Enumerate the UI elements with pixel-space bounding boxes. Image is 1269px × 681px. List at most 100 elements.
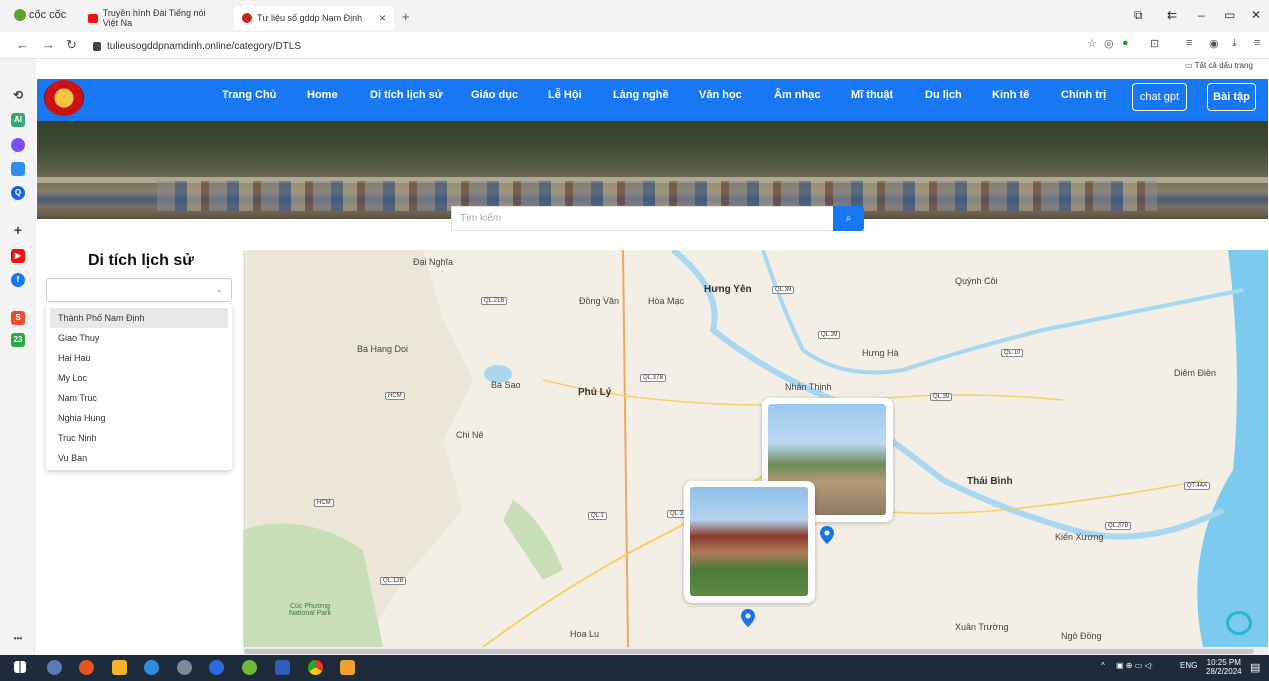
clock[interactable]: 10:25 PM 28/2/2024 [1206, 658, 1242, 676]
tray-icons[interactable]: ▣ ⊕ ▭ ◁ᐧ [1116, 661, 1153, 670]
maximize-icon[interactable]: ▭ [1224, 8, 1235, 22]
map-place-label: Ba Sao [491, 380, 521, 390]
tab-title: Truyền hình Đài Tiếng nói Việt Na [102, 8, 206, 28]
nav-giao-duc[interactable]: Giáo dục [471, 89, 518, 101]
new-tab-button[interactable]: + [402, 9, 410, 24]
road-shield: QL.1 [588, 512, 608, 520]
coccoc-icon [14, 9, 26, 21]
road-shield: QL.39 [772, 286, 795, 294]
browser-menu-icon[interactable]: ≡ [1254, 37, 1260, 49]
extension-icon[interactable]: ● [1122, 37, 1129, 49]
scrollbar-thumb[interactable] [244, 649, 1254, 654]
more-icon[interactable]: ••• [11, 632, 25, 646]
nav-le-hoi[interactable]: Lễ Hội [548, 89, 582, 101]
star-icon[interactable]: ☆ [1087, 37, 1097, 50]
map-place-label: Kiến Xương [1055, 532, 1104, 542]
exercise-button[interactable]: Bài tập [1207, 83, 1256, 111]
reload-icon[interactable]: ↻ [66, 37, 77, 53]
file-explorer-icon[interactable] [112, 660, 127, 675]
calendar-icon[interactable]: 23 [11, 333, 25, 347]
tab-title: Tư liệu số gddp Nam Định [257, 13, 363, 23]
nav-home[interactable]: Home [307, 89, 338, 101]
account-icon[interactable]: ◉ [1209, 37, 1219, 50]
nav-van-hoc[interactable]: Văn học [699, 89, 742, 101]
taskbar-app-icon[interactable] [209, 660, 224, 675]
all-bookmarks[interactable]: ▭ Tất cả dấu trang [1185, 61, 1253, 70]
dropdown-option[interactable]: Nghia Hung [50, 408, 228, 428]
dropdown-option[interactable]: Thành Phố Nam Định [50, 308, 228, 328]
taskbar-app-icon[interactable] [144, 660, 159, 675]
tray-chevron-icon[interactable]: ^ [1101, 661, 1105, 670]
taskbar-app-icon[interactable] [340, 660, 355, 675]
extensions-icon[interactable]: ⊡ [1150, 37, 1159, 50]
history-icon[interactable]: ⟲ [11, 88, 25, 102]
menu-list-icon[interactable]: ≡ [1186, 37, 1192, 49]
nav-am-nhac[interactable]: Âm nhạc [774, 89, 820, 101]
url-field[interactable]: tulieusogddpnamdinh.online/category/DTLS [93, 37, 1073, 56]
browser-tab-active[interactable]: Tư liệu số gddp Nam Định × [234, 6, 394, 30]
minimize-icon[interactable]: – [1198, 8, 1205, 22]
map-place-label: Hòa Mạc [648, 296, 685, 306]
shopee-icon[interactable]: S [11, 311, 25, 325]
taskbar-app-icon[interactable] [79, 660, 94, 675]
forward-icon[interactable]: → [42, 37, 55, 52]
road-shield: HCM [385, 392, 405, 400]
close-window-icon[interactable]: ✕ [1251, 8, 1261, 22]
browser-tab[interactable]: Truyền hình Đài Tiếng nói Việt Na [80, 6, 230, 30]
chrome-icon[interactable] [308, 660, 323, 675]
dropdown-option[interactable]: Giao Thuy [50, 328, 228, 348]
add-icon[interactable]: + [11, 223, 25, 237]
youtube-icon[interactable]: ▶ [11, 249, 25, 263]
site-logo[interactable] [44, 80, 84, 116]
clock-time: 10:25 PM [1206, 658, 1241, 667]
nav-di-tich-lich-su[interactable]: Di tích lịch sử [370, 89, 443, 101]
dropdown-option[interactable]: My Loc [50, 368, 228, 388]
chat-widget-icon[interactable] [1226, 611, 1252, 635]
relic-photo-card[interactable] [684, 481, 815, 603]
coccoc-taskbar-icon[interactable] [242, 660, 257, 675]
map-view[interactable]: Đại Nghĩa Đồng Văn Hòa Mạc Hưng Yên Quỳn… [243, 250, 1268, 647]
map-place-label: Quỳnh Côi [955, 276, 998, 286]
taskbar-app-icon[interactable] [177, 660, 192, 675]
nav-du-lich[interactable]: Du lịch [925, 89, 962, 101]
download-icon[interactable]: ⤓ [1232, 37, 1237, 50]
chevron-down-icon: ⌄ [215, 284, 223, 294]
district-select[interactable]: ⌄ [46, 278, 232, 302]
dropdown-option[interactable]: Nam Truc [50, 388, 228, 408]
close-tab-icon[interactable]: × [379, 11, 386, 25]
word-icon[interactable] [275, 660, 290, 675]
profile-icon[interactable]: ⇇ [1167, 8, 1177, 22]
relic-photo-pagoda [690, 487, 808, 596]
dropdown-option[interactable]: Truc Ninh [50, 428, 228, 448]
nav-mi-thuat[interactable]: Mĩ thuật [851, 89, 893, 101]
search-app-icon[interactable]: Q [11, 186, 25, 200]
road-shield: QL.10 [1001, 349, 1024, 357]
input-language[interactable]: ENG [1180, 661, 1197, 670]
browser-logo[interactable]: cốc cốc [14, 9, 66, 21]
map-marker-icon[interactable] [820, 526, 834, 544]
nav-trang-chu[interactable]: Trang Chủ [222, 89, 276, 101]
windows-start-icon[interactable] [14, 661, 26, 673]
taskbar-app-icon[interactable] [47, 660, 62, 675]
facebook-icon[interactable]: f [11, 273, 25, 287]
road-shield: QT.44A [1184, 482, 1211, 490]
back-icon[interactable]: ← [16, 37, 29, 52]
map-marker-icon[interactable] [741, 609, 755, 627]
dropdown-option[interactable]: Hai Hau [50, 348, 228, 368]
ai-icon[interactable]: AI [11, 113, 25, 127]
reading-mode-icon[interactable]: ⧉ [1134, 8, 1143, 23]
zalo-icon[interactable] [11, 162, 25, 176]
url-text: tulieusogddpnamdinh.online/category/DTLS [107, 41, 302, 52]
notification-icon[interactable]: ▤ [1250, 661, 1260, 674]
search-input[interactable]: Tìm kiếm [451, 206, 834, 231]
shield-icon[interactable]: ◎ [1104, 37, 1114, 50]
nav-lang-nghe[interactable]: Làng nghề [613, 89, 669, 101]
dropdown-option[interactable]: Vu Ban [50, 448, 228, 468]
search-button[interactable]: ⌕ [833, 206, 864, 231]
messenger-icon[interactable] [11, 138, 25, 152]
browser-brand: cốc cốc [29, 9, 67, 21]
chat-gpt-button[interactable]: chat gpt [1132, 83, 1187, 111]
nav-kinh-te[interactable]: Kinh tế [992, 89, 1029, 101]
nav-chinh-tri[interactable]: Chính trị [1061, 89, 1106, 101]
map-place-label: Nhân Thịnh [785, 382, 832, 392]
